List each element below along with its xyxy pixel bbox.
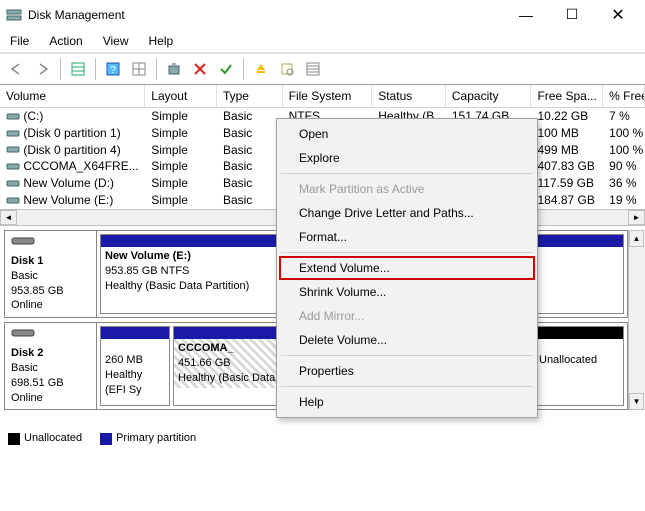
menu-help[interactable]: Help <box>279 390 535 414</box>
volume-icon <box>6 110 20 124</box>
maximize-button[interactable]: ☐ <box>549 0 595 30</box>
window-title: Disk Management <box>28 8 503 22</box>
legend: Unallocated Primary partition <box>0 426 645 448</box>
disk-1-label: Disk 1 Basic 953.85 GB Online <box>5 231 97 317</box>
menu-file[interactable]: File <box>8 32 31 50</box>
disk-2-unallocated[interactable]: Unallocated <box>534 326 624 406</box>
delete-icon[interactable] <box>189 58 211 80</box>
scroll-left-icon[interactable]: ◄ <box>0 210 17 225</box>
menu-open[interactable]: Open <box>279 122 535 146</box>
scroll-down-icon[interactable]: ▼ <box>629 393 644 410</box>
partition-title: CCCOMA_ <box>178 342 234 354</box>
volume-icon <box>6 127 20 141</box>
menu-separator <box>281 386 533 387</box>
scroll-up-icon[interactable]: ▲ <box>629 230 644 247</box>
menu-properties[interactable]: Properties <box>279 359 535 383</box>
close-button[interactable]: ✕ <box>595 0 641 30</box>
titlebar: Disk Management — ☐ ✕ <box>0 0 645 30</box>
col-pctfree[interactable]: % Free <box>603 85 645 107</box>
refresh-icon[interactable] <box>163 58 185 80</box>
menu-mark-active: Mark Partition as Active <box>279 177 535 201</box>
volume-icon <box>6 143 20 157</box>
menu-add-mirror: Add Mirror... <box>279 304 535 328</box>
help-icon[interactable]: ? <box>102 58 124 80</box>
check-icon[interactable] <box>215 58 237 80</box>
toolbar: ? <box>0 53 645 85</box>
col-capacity[interactable]: Capacity <box>446 85 532 107</box>
menu-change-letter[interactable]: Change Drive Letter and Paths... <box>279 201 535 225</box>
disk-2-label: Disk 2 Basic 698.51 GB Online <box>5 323 97 409</box>
disk-2-name: Disk 2 <box>11 346 90 361</box>
volume-list-header: Volume Layout Type File System Status Ca… <box>0 85 645 108</box>
disk-icon <box>11 327 90 344</box>
minimize-button[interactable]: — <box>503 0 549 30</box>
col-type[interactable]: Type <box>217 85 283 107</box>
menubar: File Action View Help <box>0 30 645 53</box>
col-freespace[interactable]: Free Spa... <box>531 85 603 107</box>
partition-size: 260 MB <box>105 354 143 366</box>
scroll-right-icon[interactable]: ► <box>628 210 645 225</box>
partition-title: New Volume (E:) <box>105 250 191 262</box>
menu-action[interactable]: Action <box>47 32 84 50</box>
volume-icon <box>6 160 20 174</box>
unallocated-stripe <box>535 327 623 339</box>
col-volume[interactable]: Volume <box>0 85 145 107</box>
menu-separator <box>281 355 533 356</box>
list-icon[interactable] <box>302 58 324 80</box>
context-menu: Open Explore Mark Partition as Active Ch… <box>276 118 538 418</box>
legend-unallocated: Unallocated <box>8 432 82 444</box>
menu-format[interactable]: Format... <box>279 225 535 249</box>
eject-icon[interactable] <box>250 58 272 80</box>
disk-2-type: Basic <box>11 361 90 376</box>
menu-extend-volume[interactable]: Extend Volume... <box>279 256 535 280</box>
partition-health: Healthy (Basic Data Partition) <box>105 280 249 292</box>
table-view-icon[interactable] <box>67 58 89 80</box>
disk-1-name: Disk 1 <box>11 254 90 269</box>
disk-1-size: 953.85 GB <box>11 284 90 299</box>
volume-icon <box>6 194 20 208</box>
partition-title: Unallocated <box>539 354 597 366</box>
menu-explore[interactable]: Explore <box>279 146 535 170</box>
menu-view[interactable]: View <box>101 32 131 50</box>
menu-shrink-volume[interactable]: Shrink Volume... <box>279 280 535 304</box>
disk-2-state: Online <box>11 391 90 406</box>
svg-text:?: ? <box>110 65 116 76</box>
partition-size: 953.85 GB NTFS <box>105 265 189 277</box>
partition-health: Healthy (EFI Sy <box>105 369 142 396</box>
vertical-scrollbar[interactable]: ▲ ▼ <box>628 230 645 410</box>
volume-icon <box>6 177 20 191</box>
menu-delete-volume[interactable]: Delete Volume... <box>279 328 535 352</box>
col-status[interactable]: Status <box>372 85 446 107</box>
grid-icon[interactable] <box>128 58 150 80</box>
disk-1-type: Basic <box>11 269 90 284</box>
menu-help[interactable]: Help <box>147 32 176 50</box>
col-layout[interactable]: Layout <box>145 85 217 107</box>
back-button[interactable] <box>6 58 28 80</box>
app-icon <box>6 7 22 23</box>
forward-button[interactable] <box>32 58 54 80</box>
disk-2-partition-1[interactable]: 260 MB Healthy (EFI Sy <box>100 326 170 406</box>
partition-size: 451.66 GB <box>178 357 231 369</box>
primary-stripe <box>101 327 169 339</box>
disk-1-state: Online <box>11 298 90 313</box>
disk-2-size: 698.51 GB <box>11 376 90 391</box>
menu-separator <box>281 173 533 174</box>
col-filesystem[interactable]: File System <box>283 85 373 107</box>
disk-icon <box>11 235 90 252</box>
menu-separator <box>281 252 533 253</box>
legend-primary: Primary partition <box>100 432 196 444</box>
properties-icon[interactable] <box>276 58 298 80</box>
